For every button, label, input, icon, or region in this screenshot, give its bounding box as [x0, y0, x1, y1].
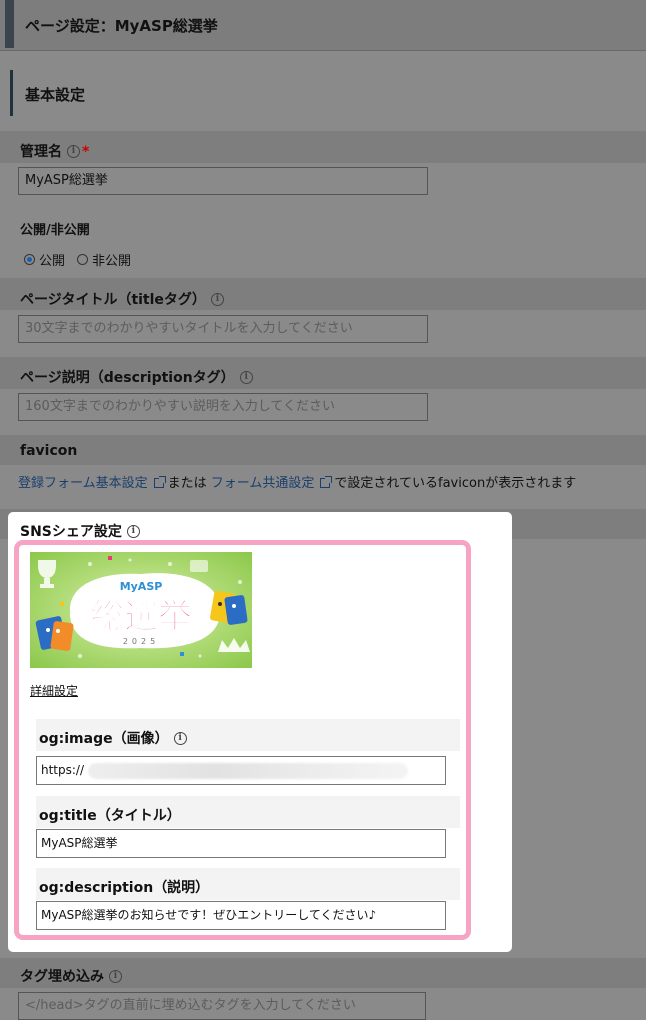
sns-share-panel: SNSシェア設定 i MyASP 総選挙 2025 詳細設定 og:image（…: [8, 512, 512, 952]
info-icon[interactable]: i: [239, 370, 253, 384]
radio-private-button[interactable]: [77, 254, 89, 265]
admin-name-label-text: 管理名: [20, 144, 62, 160]
og-image-band: og:image（画像） i: [36, 719, 460, 751]
row-band-admin-name: [0, 131, 646, 163]
sns-share-title-text: SNSシェア設定: [20, 524, 122, 540]
tag-embed-label: タグ埋め込み i: [20, 966, 122, 986]
admin-name-input[interactable]: MyASP総選挙: [18, 167, 428, 195]
section-title-text: 基本設定: [25, 86, 86, 104]
radio-public-button[interactable]: [24, 254, 35, 265]
external-link-icon[interactable]: [320, 475, 333, 488]
thumbnail-logo-top: MyASP: [120, 580, 163, 593]
og-title-band: og:title（タイトル）: [36, 796, 460, 828]
sns-share-title: SNSシェア設定 i: [20, 521, 140, 541]
admin-name-label: 管理名 i *: [20, 141, 89, 161]
external-link-icon[interactable]: [153, 475, 166, 488]
required-mark: *: [82, 144, 90, 160]
favicon-middle-text: または: [167, 476, 207, 491]
link-form-basic-settings[interactable]: 登録フォーム基本設定: [18, 476, 148, 491]
page-description-input[interactable]: 160文字までのわかりやすい説明を入力してください: [18, 393, 428, 421]
highlight-box: MyASP 総選挙 2025 詳細設定 og:image（画像） i https…: [14, 540, 471, 940]
og-image-label: og:image（画像） i: [39, 728, 187, 748]
row-band-favicon: [0, 435, 646, 465]
character-right-icon: [210, 590, 248, 625]
og-description-label: og:description（説明）: [39, 880, 210, 896]
info-icon[interactable]: i: [126, 524, 140, 538]
visibility-label: 公開/非公開: [20, 223, 90, 238]
favicon-suffix-text: で設定されているfaviconが表示されます: [334, 476, 577, 491]
thumbnail-logo-year: 2025: [123, 637, 159, 646]
og-description-band: og:description（説明）: [36, 868, 460, 900]
blurred-url: [88, 762, 409, 779]
radio-public[interactable]: 公開: [24, 250, 65, 269]
page-title-label-text: ページタイトル（titleタグ）: [20, 292, 206, 308]
info-icon[interactable]: i: [173, 731, 187, 745]
og-description-input[interactable]: MyASP総選挙のお知らせです！ぜひエントリーしてください♪: [36, 901, 446, 930]
page-description-label: ページ説明（descriptionタグ） i: [20, 367, 253, 387]
section-title-basic: 基本設定: [10, 70, 646, 116]
detail-settings-link[interactable]: 詳細設定: [30, 682, 78, 699]
visibility-radio-group: 公開 非公開: [24, 250, 143, 269]
info-icon[interactable]: i: [109, 969, 122, 983]
og-image-input[interactable]: https://: [36, 756, 446, 785]
og-image-thumbnail: MyASP 総選挙 2025: [30, 552, 252, 668]
page-description-label-text: ページ説明（descriptionタグ）: [20, 370, 235, 386]
og-title-input[interactable]: MyASP総選挙: [36, 829, 446, 858]
info-icon[interactable]: i: [210, 292, 224, 306]
radio-public-label: 公開: [39, 254, 66, 269]
info-icon[interactable]: i: [67, 144, 80, 158]
header-accent-bar: [5, 0, 14, 48]
tag-embed-label-text: タグ埋め込み: [20, 969, 104, 985]
page-title: ページ設定：MyASP総選挙: [25, 17, 218, 35]
page-title-input[interactable]: 30文字までのわかりやすいタイトルを入力してください: [18, 315, 428, 343]
radio-private-label: 非公開: [92, 254, 132, 269]
radio-private[interactable]: 非公開: [77, 250, 131, 269]
og-title-label: og:title（タイトル）: [39, 808, 181, 824]
page-header: ページ設定：MyASP総選挙: [0, 0, 646, 51]
favicon-label: favicon: [20, 443, 78, 459]
og-image-value: https://: [41, 763, 85, 777]
ballot-box-icon: [190, 560, 208, 572]
page-title-label: ページタイトル（titleタグ） i: [20, 289, 224, 309]
og-image-label-text: og:image（画像）: [39, 731, 169, 747]
link-form-common-settings[interactable]: フォーム共通設定: [211, 476, 315, 491]
thumbnail-logo-main: 総選挙: [90, 597, 193, 637]
favicon-description: 登録フォーム基本設定 または フォーム共通設定 で設定されているfaviconが表示…: [18, 472, 576, 491]
